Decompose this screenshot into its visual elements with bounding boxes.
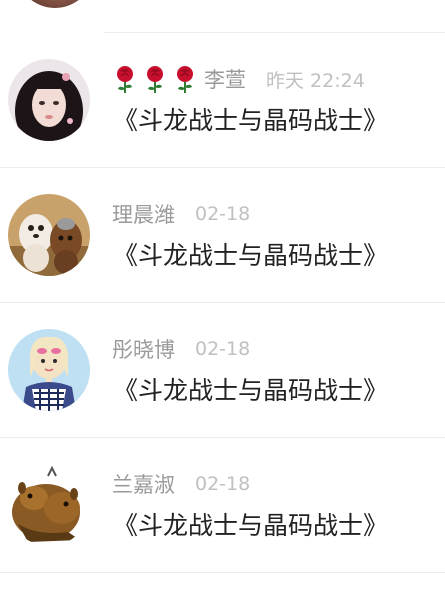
rose-icon [147,66,163,93]
comment-meta: 彤晓博 02-18 [112,333,250,365]
comment-time: 02-18 [195,203,251,225]
comment-time: 昨天 22:24 [266,69,365,92]
commenter-name[interactable]: 彤晓博 [112,334,175,364]
comment-list: 李萱 昨天 22:24 《斗龙战士与晶码战士》 理晨潍 02-18 《斗龙战士与… [0,33,445,573]
comment-meta: 理晨潍 02-18 [112,198,250,230]
rose-icon [177,66,193,93]
commenter-name[interactable]: 李萱 [204,64,246,94]
comment-meta: 李萱 昨天 22:24 [112,63,365,95]
comment-item[interactable]: 理晨潍 02-18 《斗龙战士与晶码战士》 [0,168,445,303]
comment-text: 《斗龙战士与晶码战士》 [113,106,389,135]
comment-text: 《斗龙战士与晶码战士》 [113,511,389,540]
rose-icon [117,66,133,93]
comment-text: 《斗龙战士与晶码战士》 [113,376,389,405]
comment-item[interactable]: 兰嘉淑 02-18 《斗龙战士与晶码战士》 [0,438,445,573]
commenter-name[interactable]: 理晨潍 [112,199,175,229]
avatar[interactable] [8,329,90,411]
comment-time: 02-18 [195,338,251,360]
commenter-name[interactable]: 兰嘉淑 [112,469,175,499]
comment-item[interactable]: 彤晓博 02-18 《斗龙战士与晶码战士》 [0,303,445,438]
avatar[interactable] [8,59,90,141]
comment-meta: 兰嘉淑 02-18 [112,468,250,500]
comment-item[interactable]: 李萱 昨天 22:24 《斗龙战士与晶码战士》 [0,33,445,168]
comment-time: 02-18 [195,473,251,495]
avatar[interactable] [16,0,94,8]
comment-text: 《斗龙战士与晶码战士》 [113,241,389,270]
avatar[interactable] [8,464,90,546]
roses [112,64,202,94]
avatar[interactable] [8,194,90,276]
